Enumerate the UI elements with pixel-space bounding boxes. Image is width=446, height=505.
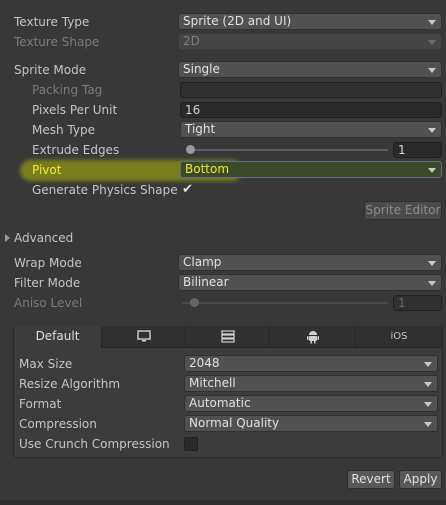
texture-shape-value: 2D (183, 34, 200, 48)
use-crunch-compression-label: Use Crunch Compression (19, 437, 170, 451)
chevron-down-icon (428, 261, 436, 266)
mesh-type-label: Mesh Type (32, 123, 95, 137)
compression-value: Normal Quality (189, 416, 280, 430)
max-size-dropdown[interactable]: 2048 (184, 355, 438, 372)
packing-tag-field (180, 82, 442, 98)
tab-server[interactable] (186, 326, 270, 348)
revert-button[interactable]: Revert (347, 470, 395, 489)
chevron-down-icon (428, 168, 436, 173)
chevron-down-icon (428, 128, 436, 133)
chevron-down-icon (428, 68, 436, 73)
sprite-mode-label: Sprite Mode (14, 63, 87, 77)
aniso-level-slider-track (182, 302, 388, 304)
grid-icon (220, 330, 235, 343)
pixels-per-unit-field[interactable]: 16 (180, 102, 442, 118)
max-size-value: 2048 (189, 356, 220, 370)
foldout-arrow-icon[interactable] (5, 234, 10, 242)
compression-dropdown[interactable]: Normal Quality (184, 415, 438, 432)
pivot-dropdown[interactable]: Bottom (180, 161, 442, 178)
android-icon (306, 331, 319, 344)
resize-algorithm-value: Mitchell (189, 376, 236, 390)
aniso-level-slider-knob (190, 298, 199, 307)
monitor-icon (136, 330, 151, 342)
resize-algorithm-label: Resize Algorithm (19, 377, 121, 391)
generate-physics-shape-checkbox[interactable]: ✔ (182, 183, 193, 197)
format-value: Automatic (189, 396, 251, 410)
texture-type-value: Sprite (2D and UI) (183, 14, 292, 28)
sprite-mode-value: Single (183, 62, 220, 76)
filter-mode-dropdown[interactable]: Bilinear (178, 274, 442, 291)
chevron-down-icon (424, 422, 432, 427)
tab-ios[interactable]: iOS (356, 326, 442, 348)
advanced-foldout-label[interactable]: Advanced (14, 230, 73, 246)
apply-button[interactable]: Apply (399, 470, 442, 489)
sprite-editor-button[interactable]: Sprite Editor (364, 201, 442, 220)
chevron-down-icon (428, 40, 436, 45)
pivot-label: Pivot (32, 163, 62, 177)
aniso-level-field: 1 (393, 295, 442, 311)
chevron-down-icon (424, 402, 432, 407)
extrude-edges-slider-track[interactable] (186, 149, 388, 151)
format-label: Format (19, 397, 62, 411)
filter-mode-value: Bilinear (183, 275, 229, 289)
tab-default[interactable]: Default (14, 326, 102, 348)
chevron-down-icon (428, 281, 436, 286)
tab-standalone[interactable] (102, 326, 186, 348)
generate-physics-shape-label: Generate Physics Shape (32, 183, 178, 197)
chevron-down-icon (424, 382, 432, 387)
wrap-mode-value: Clamp (183, 255, 222, 269)
format-dropdown[interactable]: Automatic (184, 395, 438, 412)
texture-type-label: Texture Type (14, 15, 90, 29)
wrap-mode-dropdown[interactable]: Clamp (178, 254, 442, 271)
sprite-mode-dropdown[interactable]: Single (178, 61, 442, 78)
texture-type-dropdown[interactable]: Sprite (2D and UI) (178, 13, 442, 30)
compression-label: Compression (19, 417, 97, 431)
mesh-type-dropdown[interactable]: Tight (180, 121, 442, 138)
resize-algorithm-dropdown[interactable]: Mitchell (184, 375, 438, 392)
packing-tag-label: Packing Tag (32, 83, 103, 97)
max-size-label: Max Size (19, 357, 73, 371)
bottom-section-edge (0, 500, 446, 505)
extrude-edges-label: Extrude Edges (32, 143, 120, 157)
chevron-down-icon (428, 20, 436, 25)
extrude-edges-slider-knob[interactable] (186, 145, 195, 154)
use-crunch-compression-checkbox[interactable] (184, 437, 198, 451)
mesh-type-value: Tight (185, 122, 216, 136)
chevron-down-icon (424, 362, 432, 367)
texture-shape-dropdown: 2D (178, 33, 442, 50)
wrap-mode-label: Wrap Mode (14, 256, 82, 270)
tab-android[interactable] (270, 326, 356, 348)
aniso-level-label: Aniso Level (14, 296, 83, 310)
pixels-per-unit-label: Pixels Per Unit (32, 103, 118, 117)
extrude-edges-field[interactable]: 1 (393, 142, 442, 158)
texture-shape-label: Texture Shape (14, 35, 100, 49)
pivot-value: Bottom (185, 162, 230, 176)
filter-mode-label: Filter Mode (14, 276, 81, 290)
